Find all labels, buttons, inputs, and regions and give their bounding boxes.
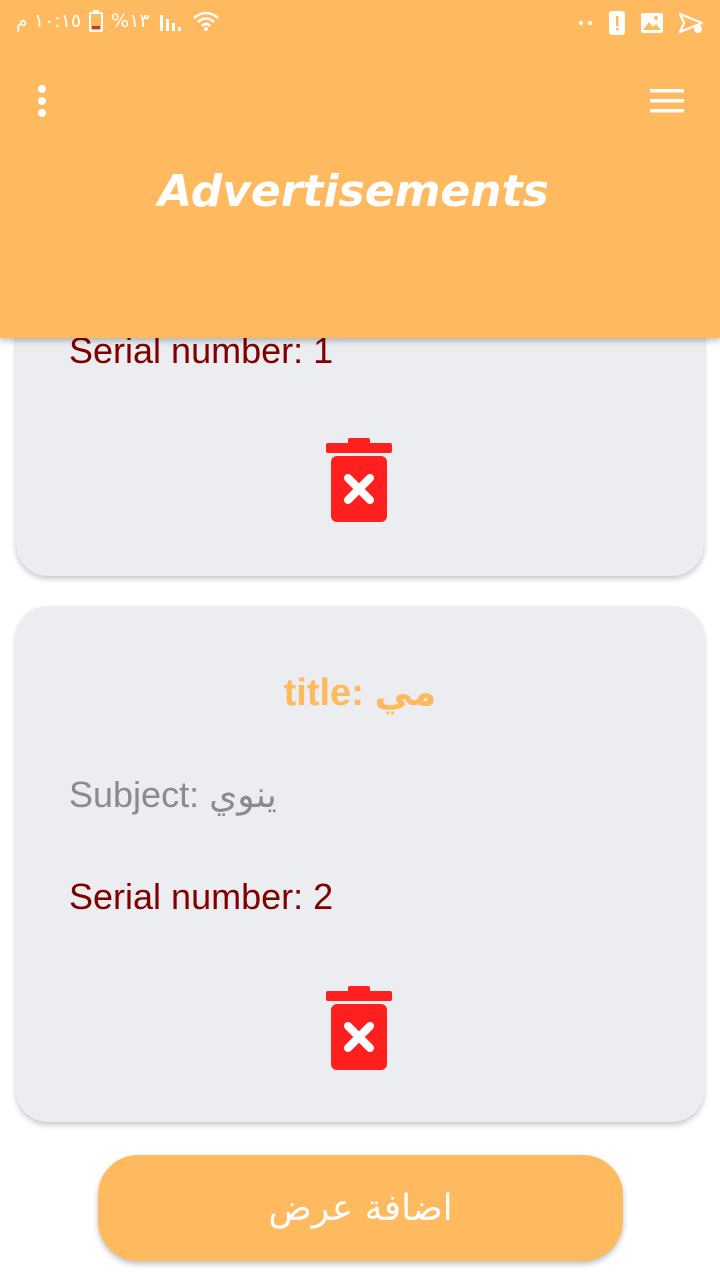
app-bar: ١٠:١٥ م %١٣ Advertisements <box>0 0 720 338</box>
status-left: ١٠:١٥ م %١٣ <box>16 10 220 32</box>
menu-icon[interactable] <box>648 86 686 116</box>
add-offer-button[interactable]: اضافة عرض <box>98 1155 623 1261</box>
more-vert-icon[interactable] <box>28 84 56 120</box>
serial-number: Serial number: 2 <box>69 876 334 917</box>
image-icon <box>640 12 664 34</box>
signal-icon <box>158 11 184 31</box>
page-title: Advertisements <box>158 166 549 217</box>
alert-icon <box>608 10 626 36</box>
status-right <box>578 10 704 36</box>
card-title: title: مي <box>283 672 437 714</box>
wifi-icon <box>192 10 220 32</box>
delete-icon[interactable] <box>326 986 392 1070</box>
status-bar: ١٠:١٥ م %١٣ <box>0 0 720 48</box>
delete-icon[interactable] <box>326 438 392 522</box>
status-time: ١٠:١٥ م <box>16 10 82 32</box>
battery-percent: %١٣ <box>111 10 150 32</box>
ad-card-2: title: مي Subject: ينوي Serial number: 2 <box>16 606 704 1122</box>
battery-icon <box>89 10 104 32</box>
dots-icon <box>578 19 594 27</box>
card-subject: Subject: ينوي <box>69 774 277 815</box>
send-icon <box>678 11 704 35</box>
